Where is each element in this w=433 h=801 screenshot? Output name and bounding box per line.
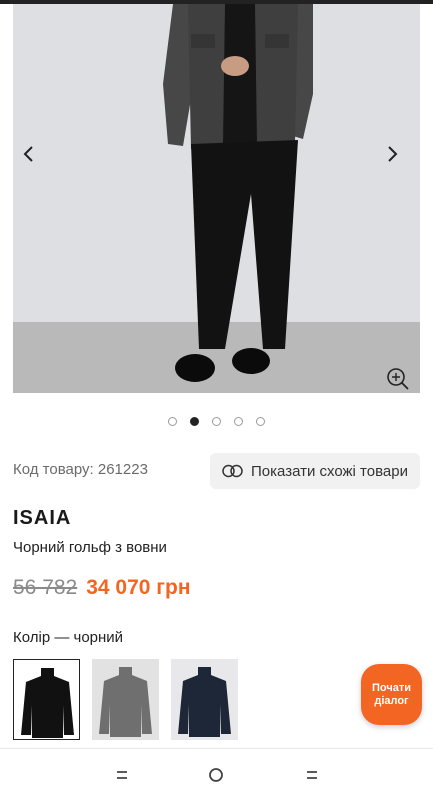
back-icon (307, 771, 317, 779)
gallery-dot[interactable] (234, 417, 243, 426)
product-photo (13, 4, 420, 393)
product-image-gallery[interactable] (13, 4, 420, 393)
product-sku: Код товару: 261223 (13, 461, 148, 478)
sale-price: 34 070 грн (86, 576, 191, 599)
gallery-dot[interactable] (168, 417, 177, 426)
zoom-button[interactable] (383, 364, 413, 394)
start-chat-label: Почати діалог (371, 681, 411, 707)
color-label: Колір — чорний (13, 629, 124, 646)
chevron-left-icon (23, 146, 33, 162)
gallery-pagination (0, 417, 433, 426)
back-button[interactable] (300, 765, 324, 785)
home-circle-icon (209, 768, 223, 782)
color-swatch-black[interactable] (13, 659, 80, 740)
system-navigation-bar (0, 748, 433, 801)
gallery-dot[interactable] (256, 417, 265, 426)
black-turtleneck-thumbnail (14, 660, 79, 739)
color-swatch-grey[interactable] (92, 659, 159, 740)
chevron-right-icon (388, 146, 398, 162)
gallery-dot[interactable] (212, 417, 221, 426)
similar-items-icon (221, 464, 245, 478)
brand-name: ISAIA (13, 507, 72, 529)
grey-turtleneck-thumbnail (92, 659, 159, 740)
navy-turtleneck-thumbnail (171, 659, 238, 740)
zoom-in-icon (387, 368, 409, 390)
old-price: 56 782 (13, 576, 78, 599)
color-swatch-navy[interactable] (171, 659, 238, 740)
gallery-next-button[interactable] (377, 136, 407, 172)
recent-apps-icon (117, 771, 127, 779)
home-button[interactable] (204, 765, 228, 785)
show-similar-button[interactable]: Показати схожі товари (210, 453, 420, 489)
recent-apps-button[interactable] (110, 765, 134, 785)
price-row: 56 782 34 070 грн (13, 576, 191, 600)
start-chat-button[interactable]: Почати діалог (361, 664, 422, 725)
product-title: Чорний гольф з вовни (13, 539, 167, 556)
gallery-dot-active[interactable] (190, 417, 199, 426)
show-similar-label: Показати схожі товари (251, 462, 408, 480)
gallery-prev-button[interactable] (14, 136, 44, 172)
